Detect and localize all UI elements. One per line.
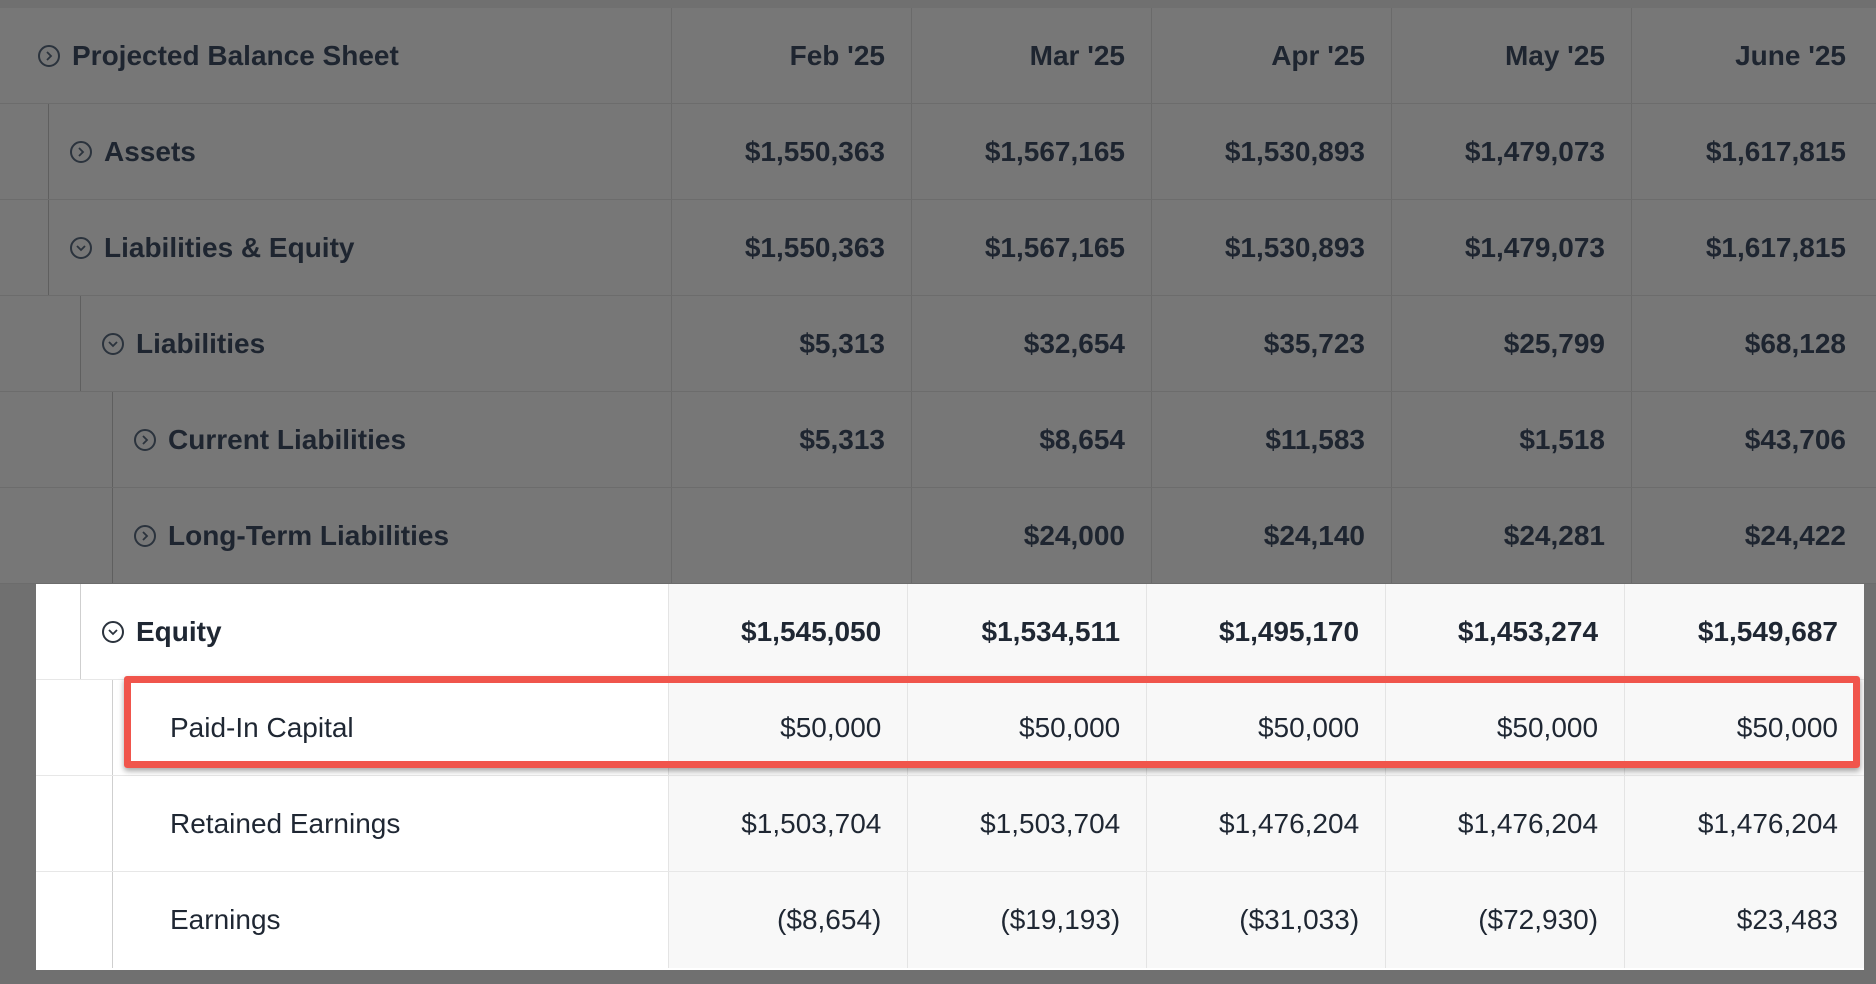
table-row-long-term-liabilities[interactable]: Long-Term Liabilities $24,000 $24,140 $2… [0, 488, 1876, 584]
row-value: $25,799 [1392, 296, 1632, 391]
row-value: $1,479,073 [1392, 200, 1632, 295]
row-value: $1,530,893 [1152, 200, 1392, 295]
row-label-cell: Paid-In Capital [36, 680, 670, 775]
table-row-equity[interactable]: Equity $1,545,050 $1,534,511 $1,495,170 … [36, 584, 1864, 680]
row-value: $1,549,687 [1625, 584, 1864, 679]
chevron-right-circle-icon[interactable] [38, 44, 60, 67]
row-value: $11,583 [1152, 392, 1392, 487]
row-value: $1,617,815 [1705, 231, 1846, 263]
table-row-liabilities-equity[interactable]: Liabilities & Equity $1,550,363 $1,567,1… [0, 200, 1876, 296]
row-value [672, 488, 912, 583]
row-label-cell: Liabilities & Equity [0, 200, 672, 295]
row-value: $1,530,893 [1152, 104, 1392, 199]
row-label: Retained Earnings [170, 807, 401, 839]
row-value: ($19,193) [908, 872, 1148, 968]
row-value: $1,567,165 [912, 104, 1152, 199]
header-title-cell: Projected Balance Sheet [0, 8, 672, 103]
row-label: Liabilities [136, 327, 266, 359]
row-value: $1,476,204 [1386, 776, 1626, 871]
row-label-cell: Retained Earnings [36, 776, 670, 871]
row-value: $1,479,073 [1392, 104, 1632, 199]
row-value: $1,518 [1392, 392, 1632, 487]
row-value: $1,495,170 [1147, 584, 1387, 679]
row-value: $5,313 [672, 296, 912, 391]
row-label: Assets [104, 135, 196, 167]
table-row-liabilities[interactable]: Liabilities $5,313 $32,654 $35,723 $25,7… [0, 296, 1876, 392]
row-label-cell: Liabilities [0, 296, 672, 391]
row-value: $24,000 [912, 488, 1152, 583]
month-header: June '25 [1735, 39, 1846, 71]
row-label-cell: Earnings [36, 872, 670, 968]
row-value: $50,000 [1386, 680, 1626, 775]
month-header: Feb '25 [672, 8, 912, 103]
chevron-right-circle-icon[interactable] [134, 524, 156, 547]
row-value: $1,503,704 [908, 776, 1148, 871]
row-value: $50,000 [908, 680, 1148, 775]
indent-line [112, 488, 113, 583]
row-value: $1,503,704 [669, 776, 909, 871]
row-value: $1,550,363 [672, 200, 912, 295]
table-row-current-liabilities[interactable]: Current Liabilities $5,313 $8,654 $11,58… [0, 392, 1876, 488]
indent-line [112, 392, 113, 487]
indent-line [112, 776, 113, 871]
indent-line [48, 200, 49, 295]
row-value: $1,534,511 [908, 584, 1148, 679]
month-header: Mar '25 [912, 8, 1152, 103]
row-label-cell: Assets [0, 104, 672, 199]
table-row-earnings[interactable]: Earnings ($8,654) ($19,193) ($31,033) ($… [36, 872, 1864, 968]
row-value: $50,000 [669, 680, 909, 775]
indent-line [80, 584, 81, 679]
row-label: Earnings [170, 904, 281, 935]
row-value: $1,453,274 [1386, 584, 1626, 679]
chevron-right-circle-icon[interactable] [70, 140, 92, 163]
month-header: May '25 [1392, 8, 1632, 103]
table-row-assets[interactable]: Assets $1,550,363 $1,567,165 $1,530,893 … [0, 104, 1876, 200]
page-title: Projected Balance Sheet [72, 39, 399, 71]
indent-line [48, 104, 49, 199]
row-value: $1,545,050 [669, 584, 909, 679]
row-value: $8,654 [912, 392, 1152, 487]
row-value: $1,550,363 [672, 104, 912, 199]
row-value: ($72,930) [1386, 872, 1626, 968]
indent-line [112, 680, 113, 775]
row-value: $24,140 [1152, 488, 1392, 583]
row-value: $24,281 [1392, 488, 1632, 583]
chevron-right-circle-icon[interactable] [134, 428, 156, 451]
row-value: $50,000 [1147, 680, 1387, 775]
header-row: Projected Balance Sheet Feb '25 Mar '25 … [0, 8, 1876, 104]
row-value: ($8,654) [669, 872, 909, 968]
row-value: $5,313 [672, 392, 912, 487]
row-label: Equity [136, 615, 222, 647]
chevron-down-circle-icon[interactable] [70, 236, 92, 259]
row-value: ($31,033) [1147, 872, 1387, 968]
row-value: $1,617,815 [1705, 135, 1846, 167]
row-label: Liabilities & Equity [104, 231, 355, 263]
row-label: Long-Term Liabilities [168, 519, 450, 551]
row-label-cell: Current Liabilities [0, 392, 672, 487]
chevron-down-circle-icon[interactable] [102, 620, 124, 643]
balance-sheet: Projected Balance Sheet Feb '25 Mar '25 … [0, 0, 1876, 984]
row-label: Current Liabilities [168, 423, 407, 455]
chevron-down-circle-icon[interactable] [102, 332, 124, 355]
indent-line [112, 872, 113, 968]
row-value: $1,476,204 [1147, 776, 1387, 871]
row-value: $50,000 [1625, 680, 1864, 775]
row-value: $43,706 [1744, 423, 1846, 455]
row-label: Paid-In Capital [170, 711, 354, 743]
month-header: Apr '25 [1152, 8, 1392, 103]
indent-line [80, 296, 81, 391]
row-value: $23,483 [1625, 872, 1864, 968]
row-value: $1,476,204 [1625, 776, 1864, 871]
table-row-retained-earnings[interactable]: Retained Earnings $1,503,704 $1,503,704 … [36, 776, 1864, 872]
row-label-cell: Long-Term Liabilities [0, 488, 672, 583]
row-value: $35,723 [1152, 296, 1392, 391]
row-value: $1,567,165 [912, 200, 1152, 295]
row-value: $32,654 [912, 296, 1152, 391]
row-value: $24,422 [1744, 519, 1846, 551]
table-row-paid-in-capital[interactable]: Paid-In Capital $50,000 $50,000 $50,000 … [36, 680, 1864, 776]
row-label-cell: Equity [36, 584, 670, 679]
row-value: $68,128 [1744, 327, 1846, 359]
